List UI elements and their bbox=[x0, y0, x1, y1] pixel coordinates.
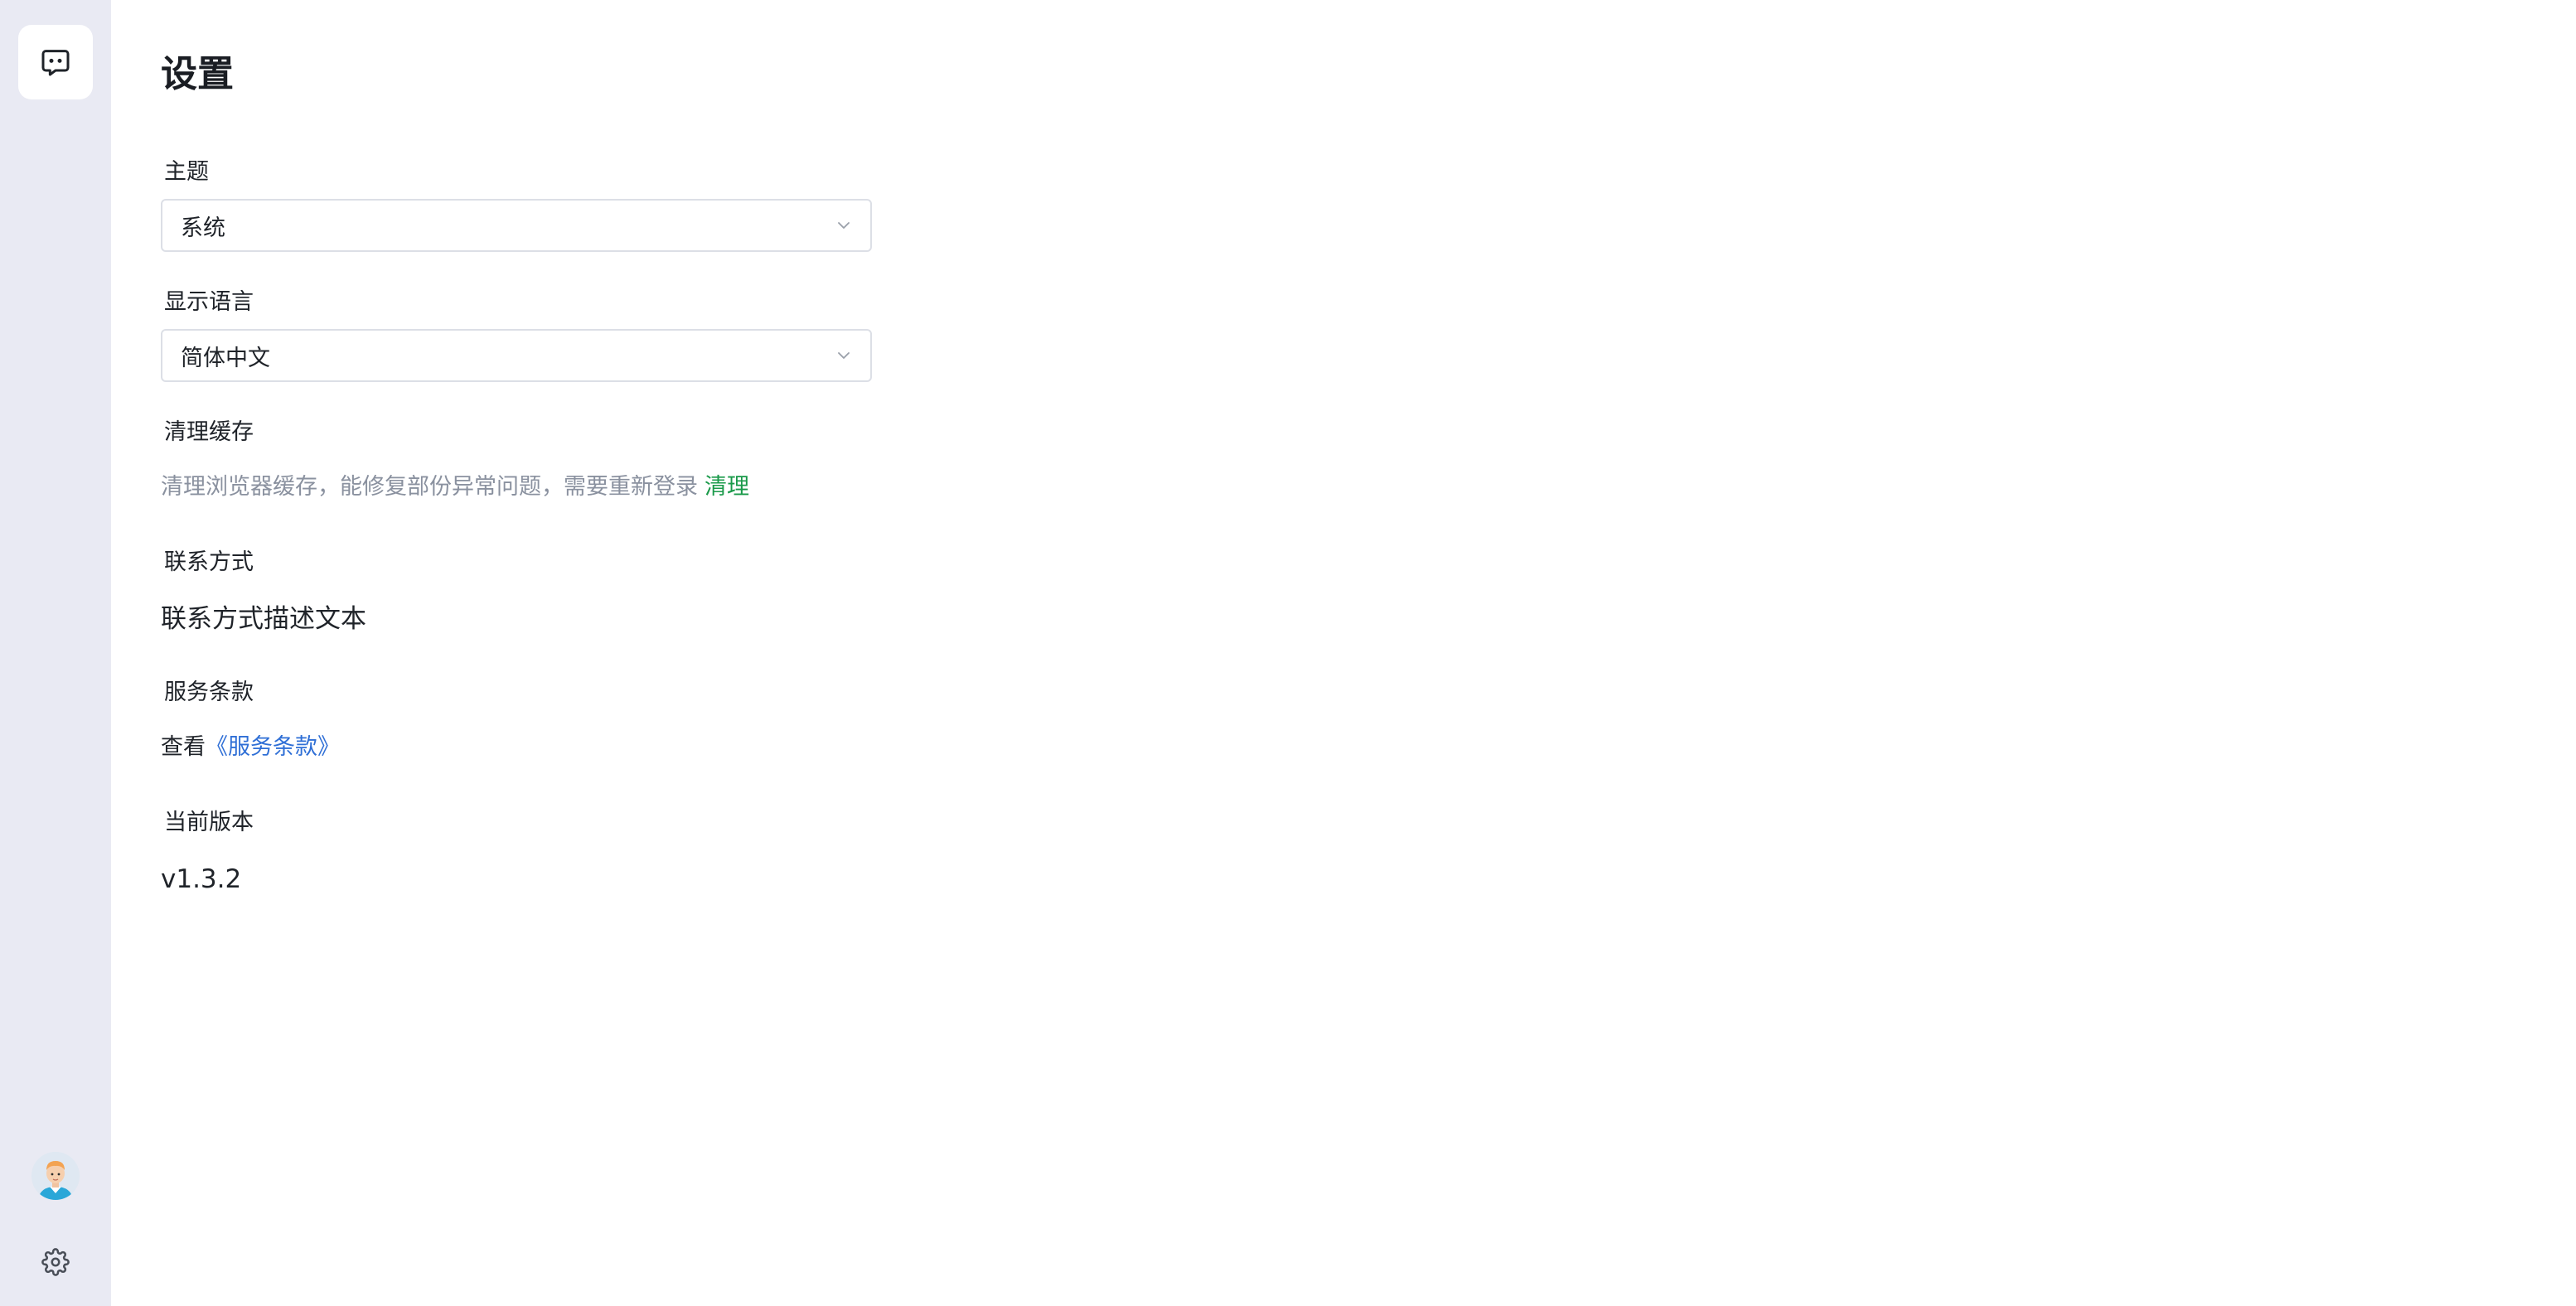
app-logo-button[interactable] bbox=[18, 25, 93, 99]
chevron-down-icon bbox=[838, 222, 850, 229]
settings-page: 设置 主题 系统 显示语言 简体中文 清理缓存 清理浏览器缓存，能修复部份异常问… bbox=[161, 0, 990, 1306]
language-section: 显示语言 简体中文 bbox=[161, 288, 874, 382]
contact-label: 联系方式 bbox=[164, 549, 254, 575]
gear-icon bbox=[41, 1248, 70, 1276]
user-avatar-icon bbox=[31, 1152, 80, 1200]
clear-cache-link[interactable]: 清理 bbox=[705, 474, 749, 500]
version-value: v1.3.2 bbox=[161, 864, 242, 894]
terms-row: 查看《服务条款》 bbox=[161, 733, 874, 762]
theme-section: 主题 系统 bbox=[161, 157, 874, 252]
settings-button[interactable] bbox=[36, 1243, 75, 1281]
version-section: 当前版本 v1.3.2 bbox=[161, 808, 874, 896]
theme-select-value: 系统 bbox=[181, 215, 225, 241]
theme-label: 主题 bbox=[164, 159, 209, 185]
cache-description: 清理浏览器缓存，能修复部份异常问题，需要重新登录 bbox=[161, 474, 698, 500]
avatar[interactable] bbox=[31, 1152, 80, 1200]
terms-prefix: 查看 bbox=[161, 734, 206, 760]
cache-row: 清理浏览器缓存，能修复部份异常问题，需要重新登录 清理 bbox=[161, 472, 874, 502]
page-title: 设置 bbox=[161, 53, 234, 95]
version-label: 当前版本 bbox=[164, 810, 254, 835]
cache-section: 清理缓存 清理浏览器缓存，能修复部份异常问题，需要重新登录 清理 bbox=[161, 418, 874, 502]
language-select-value: 简体中文 bbox=[181, 345, 270, 371]
terms-link[interactable]: 《服务条款》 bbox=[206, 734, 340, 760]
chat-bubble-icon bbox=[41, 50, 70, 76]
language-select[interactable]: 简体中文 bbox=[161, 329, 872, 382]
app-root: 设置 主题 系统 显示语言 简体中文 清理缓存 清理浏览器缓存，能修复部份异常问… bbox=[0, 0, 2576, 1306]
language-label: 显示语言 bbox=[164, 289, 254, 315]
sidebar bbox=[0, 0, 111, 1306]
terms-label: 服务条款 bbox=[164, 680, 254, 705]
chevron-down-icon bbox=[838, 352, 850, 359]
cache-label: 清理缓存 bbox=[164, 419, 254, 445]
contact-section: 联系方式 联系方式描述文本 bbox=[161, 548, 874, 636]
terms-section: 服务条款 查看《服务条款》 bbox=[161, 678, 874, 762]
contact-text: 联系方式描述文本 bbox=[161, 604, 366, 634]
theme-select[interactable]: 系统 bbox=[161, 199, 872, 252]
